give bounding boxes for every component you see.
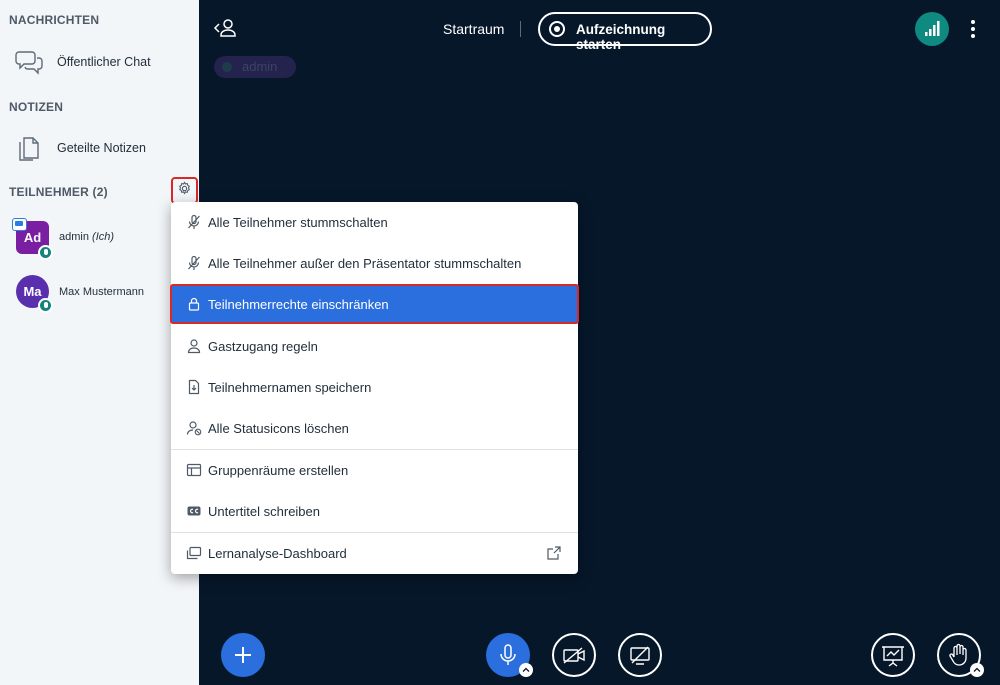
avatar-initials: Ad	[23, 230, 42, 245]
chat-icon	[14, 47, 44, 77]
sidebar-item-shared-notes[interactable]: Geteilte Notizen	[0, 128, 199, 168]
notes-section-title: NOTIZEN	[9, 100, 64, 114]
rooms-icon	[186, 462, 202, 478]
lock-icon	[186, 296, 202, 312]
menu-item-label: Gastzugang regeln	[208, 338, 318, 354]
menu-item-label: Alle Statusicons löschen	[208, 420, 349, 436]
share-screen-button[interactable]	[618, 633, 662, 677]
reactions-caret-button[interactable]	[970, 663, 984, 677]
menu-item-lock-viewers[interactable]: Teilnehmerrechte einschränken	[170, 284, 579, 324]
menu-item-label: Gruppenräume erstellen	[208, 462, 349, 478]
sidebar-item-public-chat[interactable]: Öffentlicher Chat	[0, 42, 199, 82]
connection-status-button[interactable]	[915, 12, 949, 46]
menu-item-mute-all[interactable]: Alle Teilnehmer stummschalten	[171, 202, 578, 242]
menu-item-label: Untertitel schreiben	[208, 503, 320, 519]
status-dot-icon	[222, 62, 232, 72]
plus-icon	[221, 647, 265, 681]
gear-icon	[177, 180, 192, 201]
presenter-tag: admin	[214, 56, 296, 78]
menu-item-clear-status[interactable]: Alle Statusicons löschen	[171, 408, 578, 448]
menu-item-save-names[interactable]: Teilnehmernamen speichern	[171, 367, 578, 407]
public-chat-label: Öffentlicher Chat	[57, 55, 151, 69]
presenter-icon	[12, 218, 27, 231]
messages-section-title: NACHRICHTEN	[9, 13, 100, 27]
participants-section-title: TEILNEHMER (2)	[9, 185, 108, 199]
user-list-icon	[213, 19, 239, 44]
participants-options-menu: Alle Teilnehmer stummschalten Alle Teiln…	[170, 202, 579, 574]
menu-item-label: Lernanalyse-Dashboard	[208, 545, 347, 561]
menu-item-breakout-rooms[interactable]: Gruppenräume erstellen	[171, 450, 578, 490]
audio-settings-caret-button[interactable]	[519, 663, 533, 677]
actions-button[interactable]	[221, 633, 265, 677]
start-recording-label: Aufzeichnung starten	[576, 22, 666, 52]
chevron-up-icon	[970, 664, 984, 681]
more-vertical-icon	[971, 27, 975, 31]
external-link-icon	[546, 545, 562, 561]
more-vertical-icon	[971, 34, 975, 38]
menu-item-label: Alle Teilnehmer stummschalten	[208, 214, 388, 230]
presentation-icon	[873, 646, 913, 679]
menu-item-mute-all-except-presenter[interactable]: Alle Teilnehmer außer den Präsentator st…	[171, 243, 578, 283]
mic-icon	[38, 298, 53, 313]
avatar-initials: Ma	[23, 284, 42, 299]
menu-item-label: Teilnehmernamen speichern	[208, 379, 372, 395]
participants-settings-button[interactable]	[171, 177, 198, 204]
menu-item-learning-dashboard[interactable]: Lernanalyse-Dashboard	[171, 533, 578, 573]
more-vertical-icon	[971, 20, 975, 24]
options-menu-button[interactable]	[966, 18, 980, 40]
notes-icon	[14, 133, 44, 163]
mic-off-icon	[186, 255, 202, 271]
sidebar: NACHRICHTEN Öffentlicher Chat NOTIZEN Ge…	[0, 0, 199, 685]
menu-item-label: Alle Teilnehmer außer den Präsentator st…	[208, 255, 522, 271]
user-row-admin[interactable]: Ad admin (Ich)	[0, 218, 199, 262]
start-recording-button[interactable]: Aufzeichnung starten	[538, 12, 712, 52]
user-name-text: Max Mustermann	[59, 286, 144, 298]
menu-item-captions[interactable]: Untertitel schreiben	[171, 491, 578, 531]
user-clear-icon	[186, 420, 202, 436]
user-name: Max Mustermann	[59, 286, 144, 298]
mic-icon	[38, 245, 53, 260]
closed-caption-icon	[186, 503, 202, 519]
toggle-userlist-button[interactable]	[213, 18, 239, 40]
record-icon	[549, 21, 565, 37]
room-title: Startraum	[443, 21, 505, 37]
mic-off-icon	[186, 214, 202, 230]
share-webcam-button[interactable]	[552, 633, 596, 677]
presentation-button[interactable]	[871, 633, 915, 677]
user-name-text: admin	[59, 231, 89, 243]
menu-item-guest-policy[interactable]: Gastzugang regeln	[171, 326, 578, 366]
user-name: admin (Ich)	[59, 231, 114, 243]
shared-notes-label: Geteilte Notizen	[57, 141, 146, 155]
dashboard-icon	[186, 545, 202, 561]
file-download-icon	[186, 379, 202, 395]
user-icon	[186, 338, 202, 354]
chevron-up-icon	[519, 664, 533, 681]
header-divider	[520, 21, 521, 37]
video-off-icon	[554, 647, 594, 679]
presenter-tag-label: admin	[242, 59, 278, 74]
menu-item-label: Teilnehmerrechte einschränken	[208, 296, 389, 312]
user-self-marker: (Ich)	[92, 231, 115, 243]
screen-share-off-icon	[620, 646, 660, 679]
signal-bars-icon	[915, 21, 949, 50]
